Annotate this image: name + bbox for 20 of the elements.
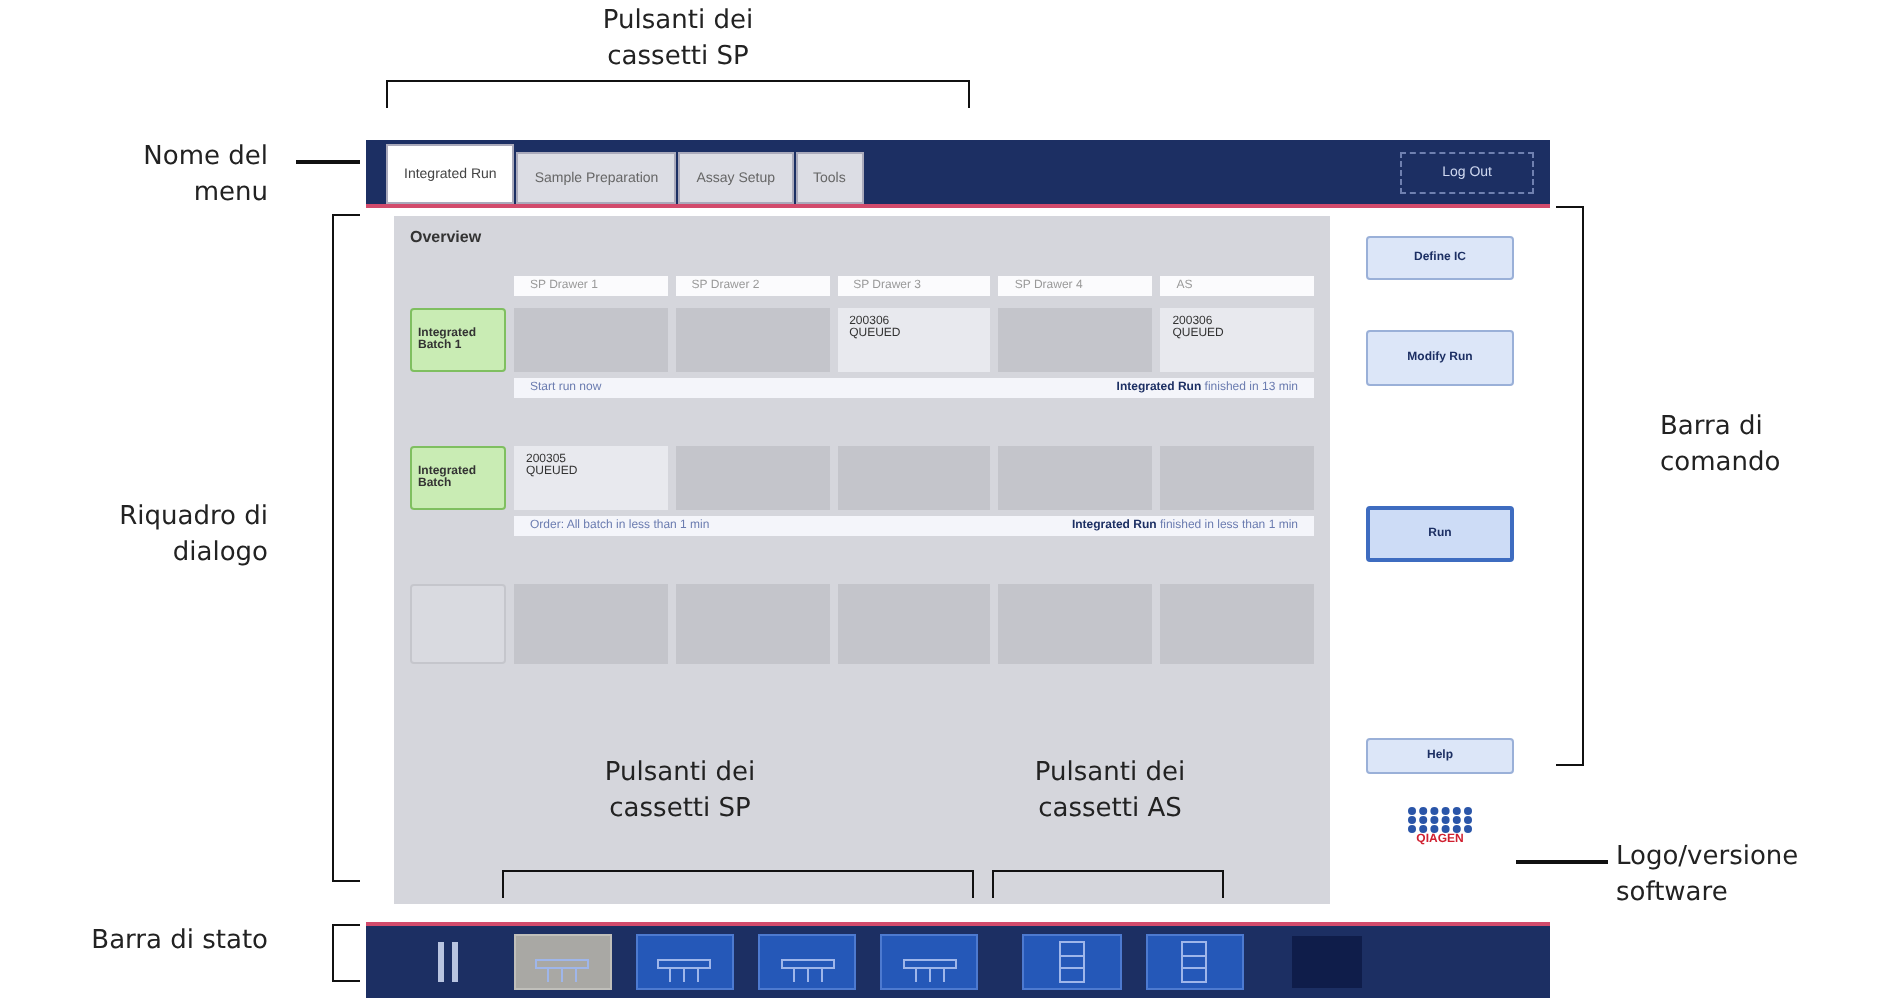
as-drawer-button[interactable]: [1022, 934, 1122, 990]
pause-icon[interactable]: [434, 938, 462, 986]
leader-line: [296, 160, 360, 163]
logo-dots-icon: [1406, 806, 1474, 834]
callout-label: Logo/versione software: [1616, 840, 1801, 911]
dialog-title: Overview: [410, 228, 484, 246]
bracket-line: [332, 924, 360, 982]
sp-drawer-button[interactable]: [758, 934, 857, 990]
callout-label: Pulsanti dei cassetti AS: [1032, 756, 1188, 827]
callout-label: Barra di stato: [89, 924, 268, 960]
sp-drawer-button[interactable]: [635, 934, 735, 990]
as-drawer-button[interactable]: [1145, 934, 1244, 990]
callout-label: Pulsanti dei cassetti SP: [602, 756, 758, 827]
callout-label: Riquadro di dialogo: [117, 500, 268, 571]
leader-line: [1516, 860, 1608, 863]
callout-label: Nome del menu: [141, 140, 268, 211]
sp-drawer-button[interactable]: [880, 934, 979, 990]
callout-label: Barra di comando: [1660, 410, 1783, 481]
status-display: [1291, 936, 1362, 988]
callout-label: Pulsanti dei cassetti SP: [600, 4, 756, 75]
